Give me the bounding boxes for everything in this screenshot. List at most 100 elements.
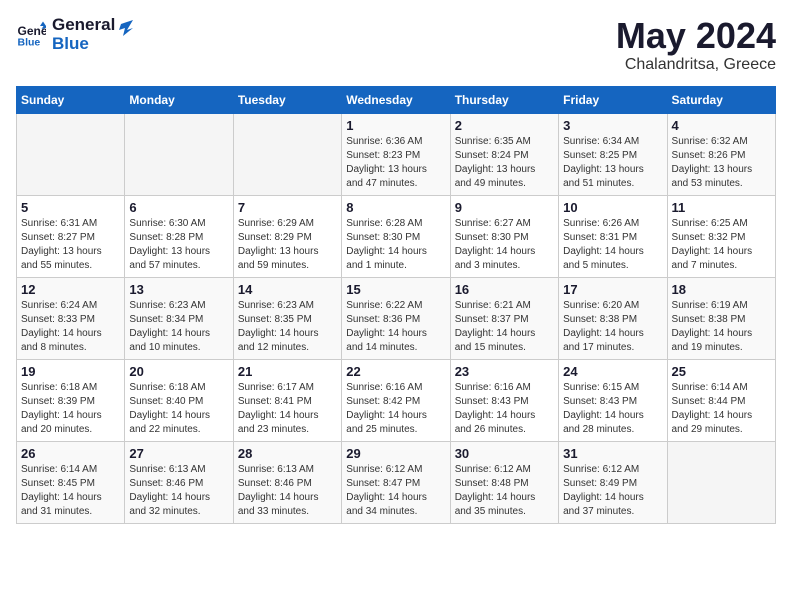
day-number: 23	[455, 364, 554, 379]
day-info: Sunrise: 6:19 AMSunset: 8:38 PMDaylight:…	[672, 299, 771, 355]
calendar-cell: 15 Sunrise: 6:22 AMSunset: 8:36 PMDayligh…	[342, 277, 450, 359]
svg-text:Blue: Blue	[18, 36, 41, 48]
day-info: Sunrise: 6:18 AMSunset: 8:40 PMDaylight:…	[129, 381, 228, 437]
day-info: Sunrise: 6:25 AMSunset: 8:32 PMDaylight:…	[672, 217, 771, 273]
calendar-cell: 25Sunrise: 6:14 AMSunset: 8:44 PMDayligh…	[667, 359, 775, 441]
calendar-cell: 21Sunrise: 6:17 AMSunset: 8:41 PMDayligh…	[233, 359, 341, 441]
day-info: Sunrise: 6:23 AMSunset: 8:35 PMDaylight:…	[238, 299, 337, 355]
calendar-cell: 8 Sunrise: 6:28 AMSunset: 8:30 PMDaylight…	[342, 195, 450, 277]
day-number: 15	[346, 282, 445, 297]
weekday-header-wednesday: Wednesday	[342, 86, 450, 113]
day-info: Sunrise: 6:12 AMSunset: 8:48 PMDaylight:…	[455, 463, 554, 519]
day-number: 21	[238, 364, 337, 379]
calendar-header-row: SundayMondayTuesdayWednesdayThursdayFrid…	[17, 86, 776, 113]
day-number: 2	[455, 118, 554, 133]
calendar-table: SundayMondayTuesdayWednesdayThursdayFrid…	[16, 86, 776, 524]
day-number: 20	[129, 364, 228, 379]
day-info: Sunrise: 6:30 AMSunset: 8:28 PMDaylight:…	[129, 217, 228, 273]
weekday-header-thursday: Thursday	[450, 86, 558, 113]
day-number: 12	[21, 282, 120, 297]
calendar-cell	[233, 113, 341, 195]
day-info: Sunrise: 6:36 AMSunset: 8:23 PMDaylight:…	[346, 135, 445, 191]
day-info: Sunrise: 6:26 AMSunset: 8:31 PMDaylight:…	[563, 217, 662, 273]
calendar-cell: 13 Sunrise: 6:23 AMSunset: 8:34 PMDayligh…	[125, 277, 233, 359]
calendar-cell: 31 Sunrise: 6:12 AMSunset: 8:49 PMDayligh…	[559, 441, 667, 523]
calendar-cell: 16Sunrise: 6:21 AMSunset: 8:37 PMDayligh…	[450, 277, 558, 359]
day-number: 18	[672, 282, 771, 297]
day-number: 1	[346, 118, 445, 133]
calendar-week-row: 12 Sunrise: 6:24 AMSunset: 8:33 PMDayligh…	[17, 277, 776, 359]
day-number: 26	[21, 446, 120, 461]
calendar-cell: 19 Sunrise: 6:18 AMSunset: 8:39 PMDayligh…	[17, 359, 125, 441]
day-info: Sunrise: 6:16 AMSunset: 8:42 PMDaylight:…	[346, 381, 445, 437]
day-number: 22	[346, 364, 445, 379]
day-number: 11	[672, 200, 771, 215]
day-info: Sunrise: 6:27 AMSunset: 8:30 PMDaylight:…	[455, 217, 554, 273]
day-number: 16	[455, 282, 554, 297]
day-number: 25	[672, 364, 771, 379]
weekday-header-monday: Monday	[125, 86, 233, 113]
calendar-week-row: 1 Sunrise: 6:36 AMSunset: 8:23 PMDaylight…	[17, 113, 776, 195]
day-number: 14	[238, 282, 337, 297]
day-info: Sunrise: 6:35 AMSunset: 8:24 PMDaylight:…	[455, 135, 554, 191]
day-info: Sunrise: 6:23 AMSunset: 8:34 PMDaylight:…	[129, 299, 228, 355]
day-number: 19	[21, 364, 120, 379]
calendar-week-row: 26Sunrise: 6:14 AMSunset: 8:45 PMDayligh…	[17, 441, 776, 523]
day-number: 31	[563, 446, 662, 461]
calendar-cell: 28 Sunrise: 6:13 AMSunset: 8:46 PMDayligh…	[233, 441, 341, 523]
day-info: Sunrise: 6:18 AMSunset: 8:39 PMDaylight:…	[21, 381, 120, 437]
day-number: 24	[563, 364, 662, 379]
day-number: 28	[238, 446, 337, 461]
day-info: Sunrise: 6:32 AMSunset: 8:26 PMDaylight:…	[672, 135, 771, 191]
calendar-cell: 14 Sunrise: 6:23 AMSunset: 8:35 PMDayligh…	[233, 277, 341, 359]
day-info: Sunrise: 6:13 AMSunset: 8:46 PMDaylight:…	[129, 463, 228, 519]
day-number: 5	[21, 200, 120, 215]
day-info: Sunrise: 6:13 AMSunset: 8:46 PMDaylight:…	[238, 463, 337, 519]
day-number: 4	[672, 118, 771, 133]
calendar-cell: 2 Sunrise: 6:35 AMSunset: 8:24 PMDaylight…	[450, 113, 558, 195]
day-info: Sunrise: 6:12 AMSunset: 8:49 PMDaylight:…	[563, 463, 662, 519]
day-number: 17	[563, 282, 662, 297]
calendar-cell: 18 Sunrise: 6:19 AMSunset: 8:38 PMDayligh…	[667, 277, 775, 359]
calendar-cell: 26Sunrise: 6:14 AMSunset: 8:45 PMDayligh…	[17, 441, 125, 523]
calendar-cell: 27Sunrise: 6:13 AMSunset: 8:46 PMDayligh…	[125, 441, 233, 523]
weekday-header-friday: Friday	[559, 86, 667, 113]
weekday-header-tuesday: Tuesday	[233, 86, 341, 113]
calendar-cell: 30 Sunrise: 6:12 AMSunset: 8:48 PMDayligh…	[450, 441, 558, 523]
day-info: Sunrise: 6:29 AMSunset: 8:29 PMDaylight:…	[238, 217, 337, 273]
day-number: 30	[455, 446, 554, 461]
calendar-cell	[125, 113, 233, 195]
calendar-cell: 5 Sunrise: 6:31 AMSunset: 8:27 PMDaylight…	[17, 195, 125, 277]
calendar-cell: 20 Sunrise: 6:18 AMSunset: 8:40 PMDayligh…	[125, 359, 233, 441]
logo-icon: General Blue	[16, 20, 46, 50]
day-number: 8	[346, 200, 445, 215]
day-info: Sunrise: 6:24 AMSunset: 8:33 PMDaylight:…	[21, 299, 120, 355]
day-info: Sunrise: 6:34 AMSunset: 8:25 PMDaylight:…	[563, 135, 662, 191]
day-number: 7	[238, 200, 337, 215]
day-number: 10	[563, 200, 662, 215]
location-subtitle: Chalandritsa, Greece	[616, 56, 776, 74]
calendar-cell: 24Sunrise: 6:15 AMSunset: 8:43 PMDayligh…	[559, 359, 667, 441]
calendar-cell: 10 Sunrise: 6:26 AMSunset: 8:31 PMDayligh…	[559, 195, 667, 277]
calendar-cell	[17, 113, 125, 195]
calendar-cell: 17Sunrise: 6:20 AMSunset: 8:38 PMDayligh…	[559, 277, 667, 359]
calendar-cell: 12 Sunrise: 6:24 AMSunset: 8:33 PMDayligh…	[17, 277, 125, 359]
calendar-cell: 22 Sunrise: 6:16 AMSunset: 8:42 PMDayligh…	[342, 359, 450, 441]
day-info: Sunrise: 6:31 AMSunset: 8:27 PMDaylight:…	[21, 217, 120, 273]
day-number: 9	[455, 200, 554, 215]
calendar-cell: 6Sunrise: 6:30 AMSunset: 8:28 PMDaylight…	[125, 195, 233, 277]
day-info: Sunrise: 6:16 AMSunset: 8:43 PMDaylight:…	[455, 381, 554, 437]
day-number: 13	[129, 282, 228, 297]
calendar-cell: 7 Sunrise: 6:29 AMSunset: 8:29 PMDaylight…	[233, 195, 341, 277]
day-info: Sunrise: 6:28 AMSunset: 8:30 PMDaylight:…	[346, 217, 445, 273]
page-header: General Blue General Blue May 2024 Chala…	[16, 16, 776, 74]
day-info: Sunrise: 6:22 AMSunset: 8:36 PMDaylight:…	[346, 299, 445, 355]
calendar-week-row: 5 Sunrise: 6:31 AMSunset: 8:27 PMDaylight…	[17, 195, 776, 277]
logo: General Blue General Blue	[16, 16, 133, 53]
logo-blue: Blue	[52, 35, 115, 54]
day-number: 29	[346, 446, 445, 461]
calendar-cell: 9 Sunrise: 6:27 AMSunset: 8:30 PMDaylight…	[450, 195, 558, 277]
weekday-header-sunday: Sunday	[17, 86, 125, 113]
calendar-cell: 4 Sunrise: 6:32 AMSunset: 8:26 PMDaylight…	[667, 113, 775, 195]
calendar-cell: 3Sunrise: 6:34 AMSunset: 8:25 PMDaylight…	[559, 113, 667, 195]
